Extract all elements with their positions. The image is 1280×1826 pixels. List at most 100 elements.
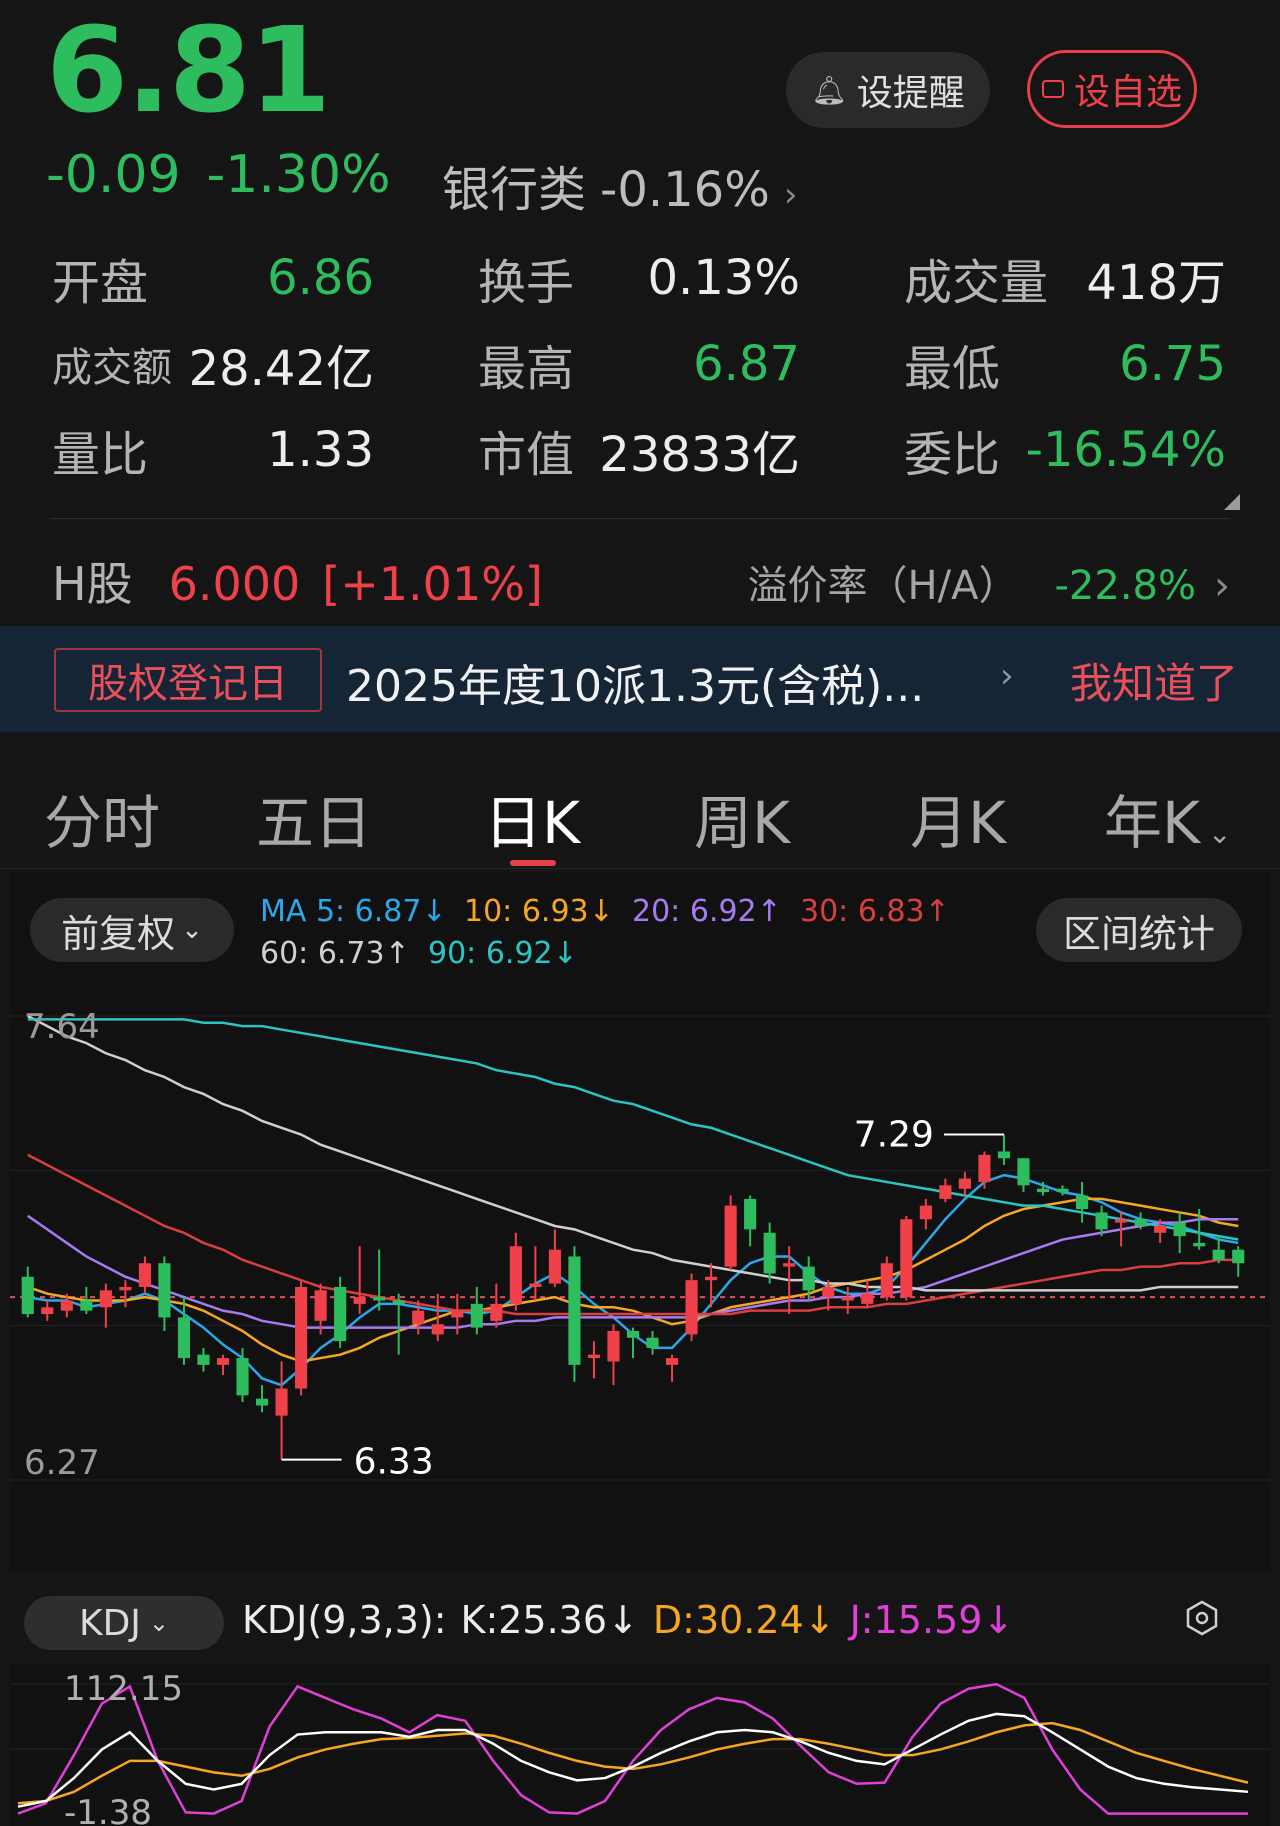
dismiss-notice-button[interactable]: 我知道了	[1070, 650, 1238, 711]
candle-body	[822, 1286, 835, 1298]
candle-body	[334, 1286, 347, 1342]
candle-body	[568, 1256, 581, 1365]
candle-body	[900, 1219, 913, 1298]
kdj-chart[interactable]: 112.15 -1.38	[10, 1664, 1270, 1826]
tab-monthly-k[interactable]: 月K	[910, 776, 1006, 860]
candle	[997, 1134, 1011, 1166]
ma90-line	[27, 1018, 1239, 1241]
watchlist-icon	[1041, 80, 1064, 98]
stat-market-cap: 市值 23833亿	[478, 420, 800, 483]
stat-label: 成交量	[904, 255, 1049, 311]
indicator-label: KDJ	[78, 1602, 141, 1644]
sector-link[interactable]: 银行类 -0.16% ›	[442, 150, 797, 220]
candle	[880, 1256, 893, 1301]
candle-body	[255, 1398, 269, 1406]
candle	[900, 1215, 913, 1301]
active-tab-indicator	[510, 860, 556, 866]
candle	[978, 1151, 991, 1189]
candle-body	[919, 1205, 932, 1220]
chevron-down-icon: ⌄	[181, 915, 203, 945]
add-watchlist-button[interactable]: 设自选	[1027, 50, 1197, 128]
stat-value: 6.75	[1119, 336, 1226, 392]
candle-body	[509, 1246, 522, 1304]
candle-body	[431, 1324, 444, 1335]
stat-order-ratio: 委比 -16.54%	[904, 420, 1226, 483]
ma20-value: 20: 6.92↑	[632, 894, 782, 929]
indicator-dropdown[interactable]: KDJ ⌄	[24, 1596, 224, 1650]
candle	[158, 1256, 171, 1331]
price-adjust-dropdown[interactable]: 前复权 ⌄	[30, 898, 234, 962]
stat-label: 最低	[904, 341, 1001, 397]
tab-yearly-k[interactable]: 年K ⌄	[1104, 776, 1232, 860]
tab-intraday[interactable]: 分时	[44, 776, 160, 860]
candle-body	[705, 1276, 718, 1281]
candle-body	[724, 1205, 737, 1267]
ma30-value: 30: 6.83↑	[800, 894, 950, 929]
h-share-quote[interactable]: H股 6.000 [+1.01%]	[52, 548, 565, 614]
set-alert-button[interactable]: 🔔︎ 设提醒	[786, 52, 990, 128]
candle	[939, 1178, 952, 1203]
ma5-value: MA 5: 6.87↓	[260, 894, 447, 929]
candle	[744, 1195, 757, 1247]
kdj-j-value: J:15.59↓	[849, 1598, 1015, 1642]
candle-body	[783, 1263, 796, 1267]
candle	[373, 1249, 386, 1311]
candlestick-chart[interactable]: 7.64 6.27 7.29 6.33	[10, 990, 1270, 1570]
price-adjust-label: 前复权	[61, 911, 176, 956]
candle-body	[626, 1330, 640, 1338]
candle	[568, 1246, 581, 1382]
high-price-label: 7.29	[854, 1115, 934, 1156]
candle-body	[997, 1151, 1011, 1159]
candle	[21, 1266, 34, 1318]
stat-turnover: 换手 0.13%	[478, 248, 800, 311]
candle-body	[1154, 1225, 1167, 1233]
stat-value: 0.13%	[647, 250, 800, 306]
stat-volume-ratio: 量比 1.33	[52, 420, 374, 483]
stat-open: 开盘 6.86	[52, 248, 374, 311]
candle	[1075, 1181, 1089, 1223]
candle	[607, 1324, 620, 1386]
settings-icon[interactable]	[1184, 1600, 1220, 1636]
sector-name: 银行类	[442, 162, 587, 218]
tab-daily-k[interactable]: 日K	[484, 776, 580, 860]
bell-icon: 🔔︎	[811, 73, 847, 107]
candle	[41, 1300, 54, 1321]
range-stats-button[interactable]: 区间统计	[1036, 898, 1242, 962]
notice-tag: 股权登记日	[54, 648, 322, 712]
candle-body	[841, 1297, 854, 1301]
candle-body	[861, 1293, 874, 1304]
stat-volume: 成交量 418万	[904, 248, 1226, 311]
set-alert-label: 设提醒	[856, 73, 965, 114]
divider	[50, 518, 1230, 519]
candle-body	[802, 1266, 815, 1291]
stat-value: 6.87	[693, 336, 800, 392]
tab-weekly-k[interactable]: 周K	[694, 776, 790, 860]
candle	[255, 1385, 269, 1413]
stat-value: 28.42亿	[188, 341, 374, 397]
price-change: -0.09 -1.30%	[46, 145, 417, 205]
candle-body	[21, 1276, 34, 1315]
candle	[665, 1354, 679, 1382]
stat-value: 6.86	[267, 250, 374, 306]
stat-label: 成交额	[52, 345, 172, 391]
notice-text[interactable]: 2025年度10派1.3元(含税)...	[346, 650, 924, 714]
candle-body	[587, 1354, 601, 1359]
kdj-values: KDJ(9,3,3): K:25.36↓ D:30.24↓ J:15.59↓	[242, 1598, 1028, 1642]
candle-body	[197, 1354, 210, 1365]
tab-five-day[interactable]: 五日	[256, 776, 372, 860]
chevron-down-icon: ⌄	[148, 1609, 170, 1637]
candle-body	[80, 1300, 93, 1311]
h-share-price: 6.000	[168, 557, 301, 611]
candle	[1173, 1212, 1186, 1254]
candle-body	[529, 1283, 542, 1287]
chevron-right-icon[interactable]: ›	[1000, 656, 1014, 696]
candle-body	[216, 1358, 230, 1365]
candle-body	[99, 1290, 112, 1308]
expand-corner-icon[interactable]	[1224, 494, 1240, 510]
premium-value: -22.8%	[1054, 563, 1196, 609]
premium-rate[interactable]: 溢价率（H/A） -22.8% ›	[748, 553, 1230, 611]
ma60-line	[27, 1014, 1239, 1292]
tab-yearly-k-label: 年K	[1104, 789, 1201, 857]
candle-body	[1134, 1219, 1147, 1226]
divider	[0, 868, 1280, 869]
